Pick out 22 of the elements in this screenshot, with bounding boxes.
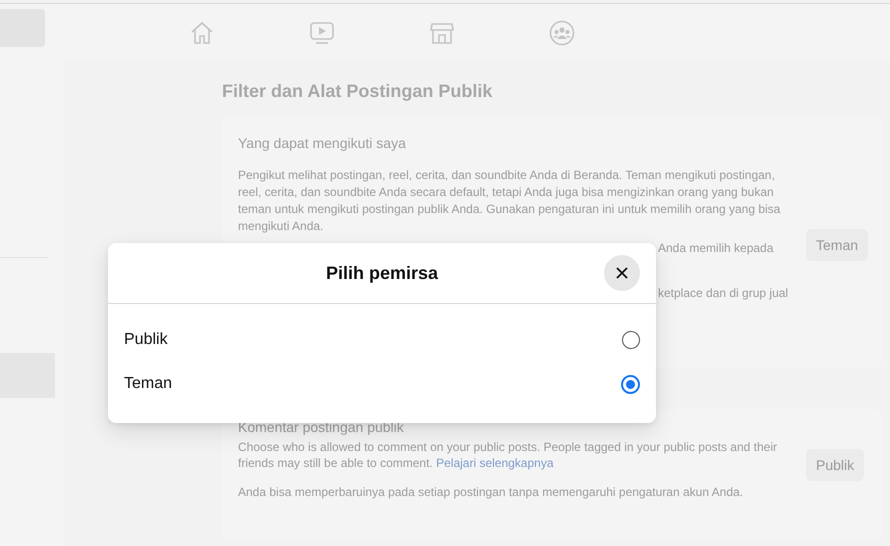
video-icon[interactable] (309, 20, 335, 44)
section-note: Anda bisa memperbaruinya pada setiap postingan tanpa memengaruhi pengaturan akun Anda. (238, 485, 744, 499)
audience-button[interactable]: Teman (806, 229, 868, 261)
radio-button[interactable] (622, 331, 640, 349)
section-description: Choose who is allowed to comment on your public posts. People tagged in your public posts and their friends may still be able to comment. Pelajari selengkapnya (238, 439, 778, 471)
radio-button[interactable] (621, 374, 640, 394)
section-description: Pengikut melihat postingan, reel, cerita, dan soundbite Anda di Beranda. Teman mengikuti postingan, reel, cerita, dan soundbite Anda secara default, tetapi Anda juga bisa mengizinkan orang yang bukan teman untuk mengikuti postingan publik Anda. Gunakan pengaturan ini untuk memilih orang yang bisa mengikuti Anda. (238, 167, 782, 235)
option-label: Publik (124, 331, 168, 349)
audience-button[interactable]: Publik (806, 449, 864, 481)
section-text: ketplace dan di grup jual (657, 286, 790, 300)
dialog-title: Pilih pemirsa (326, 262, 438, 284)
option-label: Teman (124, 375, 172, 393)
store-icon[interactable] (429, 20, 455, 44)
group-icon[interactable] (549, 20, 575, 46)
section-title: Yang dapat mengikuti saya (238, 135, 407, 151)
close-button[interactable] (604, 255, 640, 291)
learn-more-link[interactable]: Pelajari selengkapnya (436, 456, 554, 470)
page-title: Filter dan Alat Postingan Publik (222, 81, 494, 103)
close-icon (615, 266, 629, 280)
section-title: Komentar postingan publik (238, 419, 405, 435)
home-icon[interactable] (189, 20, 215, 44)
section-text: Anda memilih kepada (657, 241, 774, 255)
